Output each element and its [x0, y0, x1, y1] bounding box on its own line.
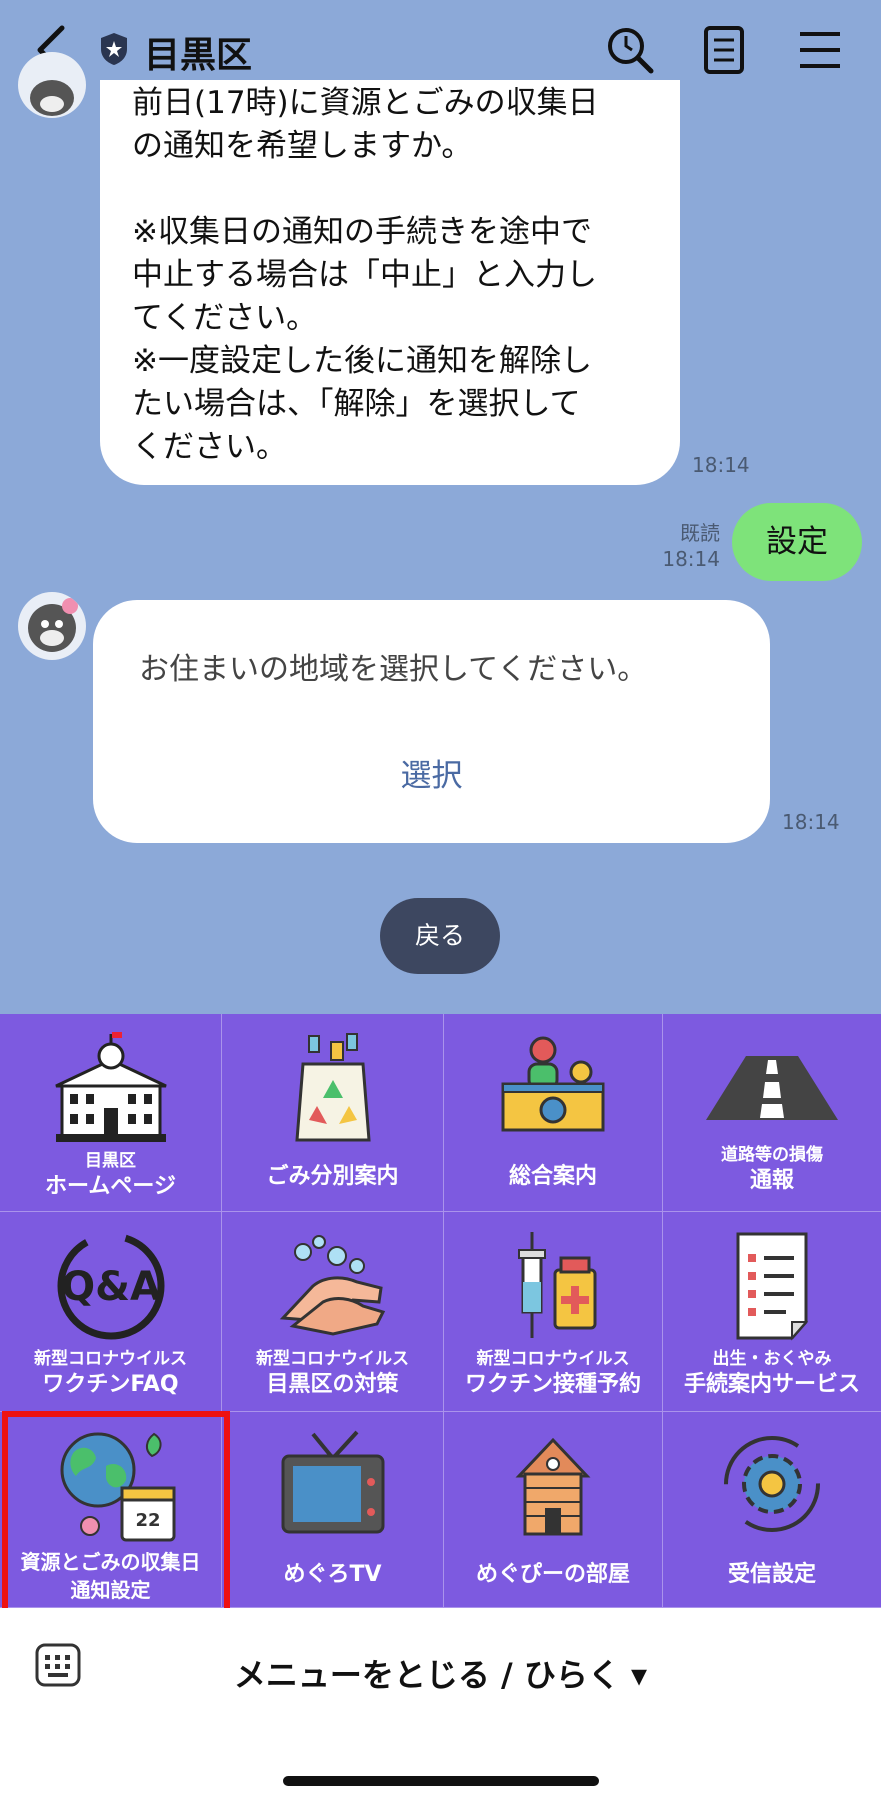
menu-meguro-tv[interactable]: めぐろTV	[222, 1412, 444, 1608]
read-receipt: 既読 18:14	[650, 520, 720, 572]
menu-vaccine-faq[interactable]: Q&A 新型コロナウイルスワクチンFAQ	[0, 1212, 222, 1412]
menu-label: めぐぴーの部屋	[475, 1562, 630, 1587]
menu-label-small: 道路等の損傷	[721, 1145, 823, 1165]
qa-icon: Q&A	[57, 1232, 164, 1340]
message-text: 前日(17時)に資源とごみの収集日 の通知を希望しますか。 ※収集日の通知の手続…	[132, 85, 599, 465]
vaccine-icon	[518, 1232, 597, 1338]
sent-time: 18:14	[662, 547, 720, 571]
bottom-bar: メニューをとじる / ひらく ▾	[0, 1608, 881, 1800]
message-time: 18:14	[692, 453, 750, 477]
menu-toggle-button[interactable]: メニューをとじる / ひらく ▾	[0, 1650, 881, 1696]
menu-label: ごみ分別案内	[266, 1164, 399, 1189]
svg-text:Q&A: Q&A	[61, 1264, 161, 1310]
gear-icon	[724, 1436, 820, 1532]
menu-megupi-room[interactable]: めぐぴーの部屋	[444, 1412, 663, 1608]
menu-label: 通報	[749, 1168, 794, 1193]
chat-title: 目黒区	[144, 35, 253, 76]
bot-avatar[interactable]	[18, 592, 86, 660]
menu-label-small: 新型コロナウイルス	[34, 1349, 187, 1369]
menu-label: 受信設定	[727, 1562, 816, 1587]
read-label: 既読	[680, 521, 720, 545]
menu-garbage-guide[interactable]: ごみ分別案内	[222, 1014, 444, 1212]
menu-label: 総合案内	[508, 1164, 597, 1189]
menu-road-report[interactable]: 道路等の損傷 通報	[663, 1014, 881, 1212]
select-button[interactable]: 選択	[93, 750, 770, 795]
bot-avatar[interactable]	[18, 52, 86, 118]
highlight-box	[2, 1411, 230, 1619]
message-time: 18:14	[782, 810, 840, 834]
menu-icon[interactable]	[794, 24, 846, 76]
home-indicator	[283, 1776, 599, 1786]
menu-label: めぐろTV	[283, 1562, 382, 1587]
menu-label: 目黒区の対策	[266, 1372, 399, 1397]
city-hall-icon	[54, 1032, 167, 1142]
search-icon[interactable]	[604, 24, 656, 76]
document-list-icon	[736, 1232, 809, 1341]
menu-meguro-measures[interactable]: 新型コロナウイルス目黒区の対策	[222, 1212, 444, 1412]
menu-procedure-guide[interactable]: 出生・おくやみ手続案内サービス	[663, 1212, 881, 1412]
menu-label: ホームページ	[45, 1174, 176, 1199]
menu-label-small: 目黒区	[85, 1151, 136, 1171]
menu-label: ワクチンFAQ	[42, 1372, 179, 1397]
menu-label-small: 新型コロナウイルス	[256, 1349, 409, 1369]
recycle-bag-icon	[294, 1033, 371, 1142]
menu-label-small: 新型コロナウイルス	[476, 1349, 630, 1369]
bot-message-bubble: お住まいの地域を選択してください。 選択	[93, 600, 770, 843]
shield-icon	[101, 33, 127, 65]
hand-washing-icon	[279, 1235, 385, 1336]
house-icon	[515, 1437, 591, 1536]
menu-homepage[interactable]: 目黒区 ホームページ	[0, 1014, 222, 1212]
menu-label-small: 出生・おくやみ	[712, 1349, 832, 1369]
notes-icon[interactable]	[698, 24, 750, 76]
menu-receive-settings[interactable]: 受信設定	[663, 1412, 881, 1608]
menu-label: 手続案内サービス	[683, 1372, 860, 1397]
menu-vaccine-reservation[interactable]: 新型コロナウイルスワクチン接種予約	[444, 1212, 663, 1412]
user-message-bubble: 設定	[732, 503, 862, 581]
message-text: お住まいの地域を選択してください。	[139, 652, 648, 687]
menu-label: ワクチン接種予約	[464, 1372, 641, 1397]
bot-message-bubble: 前日(17時)に資源とごみの収集日 の通知を希望しますか。 ※収集日の通知の手続…	[100, 80, 680, 485]
road-icon	[706, 1056, 838, 1120]
tv-icon	[281, 1430, 384, 1534]
reception-desk-icon	[501, 1036, 605, 1132]
back-quick-reply[interactable]: 戻る	[380, 898, 500, 974]
menu-general-info[interactable]: 総合案内	[444, 1014, 663, 1212]
